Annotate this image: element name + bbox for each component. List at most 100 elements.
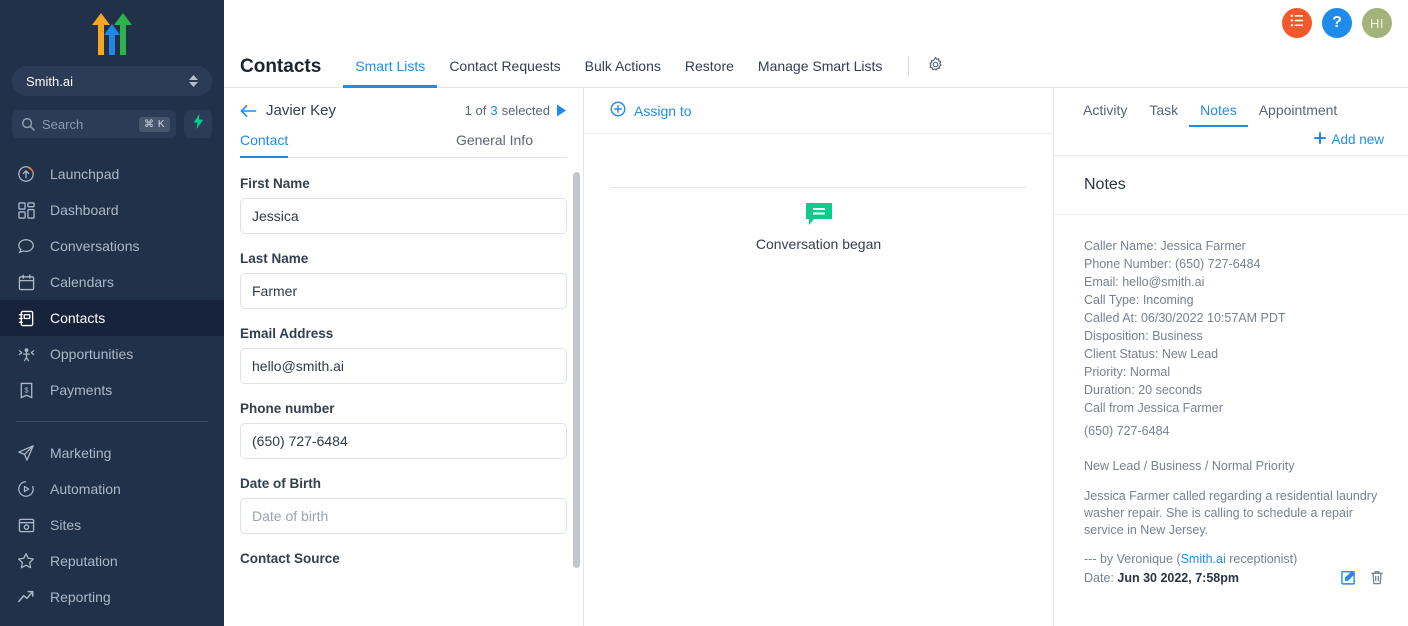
- contact-panel: Javier Key 1 of 3 selected Contact Gener…: [224, 88, 584, 626]
- contact-form-scrollbar[interactable]: [573, 172, 580, 568]
- sidebar-item-label: Sites: [50, 517, 82, 533]
- contact-name: Javier Key: [266, 102, 337, 119]
- sidebar-divider: [16, 421, 208, 422]
- note-line: Phone Number: (650) 727-6484: [1084, 257, 1261, 271]
- tab-label: Appointment: [1258, 102, 1338, 118]
- tab-notes[interactable]: Notes: [1189, 102, 1248, 127]
- field-label: First Name: [240, 176, 310, 191]
- note-line: Caller Name: Jessica Farmer: [1084, 239, 1246, 253]
- edit-square-icon[interactable]: [1341, 570, 1356, 585]
- contact-panel-tabs: Contact General Info: [240, 131, 567, 158]
- selection-count: 3: [490, 103, 498, 118]
- sidebar-item-payments[interactable]: $ Payments: [0, 372, 224, 408]
- settings-button[interactable]: [919, 46, 952, 87]
- sidebar-item-label: Marketing: [50, 445, 112, 461]
- app-root: Smith.ai Search ⌘ K Launchpad Dashboard …: [0, 0, 1408, 626]
- field-label: Email Address: [240, 326, 334, 341]
- conversation-began-label: Conversation began: [755, 236, 882, 252]
- sidebar-item-automation[interactable]: Automation: [0, 471, 224, 507]
- contact-panel-header: Javier Key 1 of 3 selected Contact Gener…: [224, 88, 583, 158]
- sidebar-item-contacts[interactable]: Contacts: [0, 300, 224, 336]
- sidebar-item-label: Contacts: [50, 310, 106, 326]
- email-input[interactable]: hello@smith.ai: [240, 348, 567, 384]
- field-phone-number: Phone number (650) 727-6484: [240, 401, 567, 459]
- phone-input[interactable]: (650) 727-6484: [240, 423, 567, 459]
- arrow-left-icon[interactable]: [240, 104, 257, 118]
- note-body-text: Jessica Farmer called regarding a reside…: [1084, 489, 1378, 537]
- tab-contact[interactable]: Contact: [240, 132, 289, 158]
- sidebar-item-opportunities[interactable]: Opportunities: [0, 336, 224, 372]
- assign-to-button[interactable]: Assign to: [610, 101, 692, 120]
- sidebar-item-reporting[interactable]: Reporting: [0, 579, 224, 615]
- sidebar-item-reputation[interactable]: Reputation: [0, 543, 224, 579]
- tab-label: Contact: [240, 132, 289, 148]
- sites-window-icon: [16, 515, 36, 535]
- first-name-input[interactable]: Jessica: [240, 198, 567, 234]
- sidebar-item-launchpad[interactable]: Launchpad: [0, 156, 224, 192]
- content-panes: Javier Key 1 of 3 selected Contact Gener…: [224, 88, 1408, 626]
- sidebar-item-calendars[interactable]: Calendars: [0, 264, 224, 300]
- location-selector[interactable]: Smith.ai: [12, 66, 212, 96]
- tab-smart-lists[interactable]: Smart Lists: [343, 47, 438, 88]
- conversation-divider: [610, 187, 1027, 188]
- tab-contact-requests[interactable]: Contact Requests: [437, 47, 572, 88]
- tab-manage-smart-lists[interactable]: Manage Smart Lists: [746, 47, 895, 88]
- page-tabbar: Contacts Smart Lists Contact Requests Bu…: [224, 46, 1408, 88]
- tab-label: Smart Lists: [355, 58, 426, 74]
- note-author-brand[interactable]: Smith.ai: [1181, 552, 1226, 566]
- tab-bulk-actions[interactable]: Bulk Actions: [573, 47, 673, 88]
- tab-appointment[interactable]: Appointment: [1248, 102, 1349, 127]
- notes-section-title: Notes: [1084, 176, 1126, 193]
- contacts-book-icon: [16, 308, 36, 328]
- up-down-chevrons-icon: [189, 75, 198, 87]
- date-of-birth-input[interactable]: Date of birth: [240, 498, 567, 534]
- conversation-began-marker: Conversation began: [584, 203, 1053, 252]
- opportunities-icon: [16, 344, 36, 364]
- tab-task[interactable]: Task: [1138, 102, 1189, 127]
- list-button[interactable]: [1282, 8, 1312, 38]
- note-actions: [1341, 570, 1384, 585]
- sidebar-item-dashboard[interactable]: Dashboard: [0, 192, 224, 228]
- sidebar-item-label: Conversations: [50, 238, 140, 254]
- tab-activity[interactable]: Activity: [1072, 102, 1138, 127]
- svg-text:$: $: [24, 385, 29, 394]
- arrow-right-icon[interactable]: [556, 104, 567, 117]
- note-line: Email: hello@smith.ai: [1084, 275, 1205, 289]
- selection-prefix: 1 of: [464, 103, 487, 118]
- add-new-row: Add new: [1054, 127, 1408, 147]
- tabbar-divider: [908, 56, 910, 77]
- field-date-of-birth: Date of Birth Date of birth: [240, 476, 567, 534]
- search-row: Search ⌘ K: [12, 110, 212, 138]
- help-button[interactable]: ?: [1322, 8, 1352, 38]
- note-line: Called At: 06/30/2022 10:57AM PDT: [1084, 311, 1286, 325]
- tab-label: Activity: [1083, 102, 1128, 118]
- payments-receipt-icon: $: [16, 380, 36, 400]
- sidebar-nav: Launchpad Dashboard Conversations Calend…: [0, 156, 224, 615]
- avatar[interactable]: HI: [1362, 8, 1392, 38]
- sidebar-item-label: Dashboard: [50, 202, 119, 218]
- sidebar-item-conversations[interactable]: Conversations: [0, 228, 224, 264]
- avatar-initials: HI: [1370, 15, 1384, 31]
- note-line: Priority: Normal: [1084, 365, 1171, 379]
- calendar-icon: [16, 272, 36, 292]
- note-line: Call from Jessica Farmer: [1084, 401, 1223, 415]
- trash-icon[interactable]: [1370, 570, 1384, 585]
- tab-label: Manage Smart Lists: [757, 58, 883, 74]
- quick-action-bolt-button[interactable]: [184, 110, 212, 138]
- last-name-input[interactable]: Farmer: [240, 273, 567, 309]
- location-name: Smith.ai: [26, 73, 73, 89]
- sidebar-item-sites[interactable]: Sites: [0, 507, 224, 543]
- add-new-button[interactable]: Add new: [1314, 132, 1384, 147]
- tab-general-info[interactable]: General Info: [456, 132, 533, 158]
- contact-panel-titlerow: Javier Key 1 of 3 selected: [240, 102, 567, 119]
- assign-to-label: Assign to: [634, 102, 692, 119]
- sidebar-item-label: Automation: [50, 481, 121, 497]
- sidebar-item-marketing[interactable]: Marketing: [0, 435, 224, 471]
- note-tags: New Lead / Business / Normal Priority: [1084, 459, 1295, 473]
- main-area: ? HI Contacts Smart Lists Contact Reques…: [224, 0, 1408, 626]
- search-placeholder: Search: [42, 116, 84, 132]
- search-input[interactable]: Search ⌘ K: [12, 110, 176, 138]
- note-date-value: Jun 30 2022, 7:58pm: [1117, 570, 1239, 585]
- note-item: Caller Name: Jessica Farmer Phone Number…: [1054, 215, 1408, 585]
- tab-restore[interactable]: Restore: [673, 47, 746, 88]
